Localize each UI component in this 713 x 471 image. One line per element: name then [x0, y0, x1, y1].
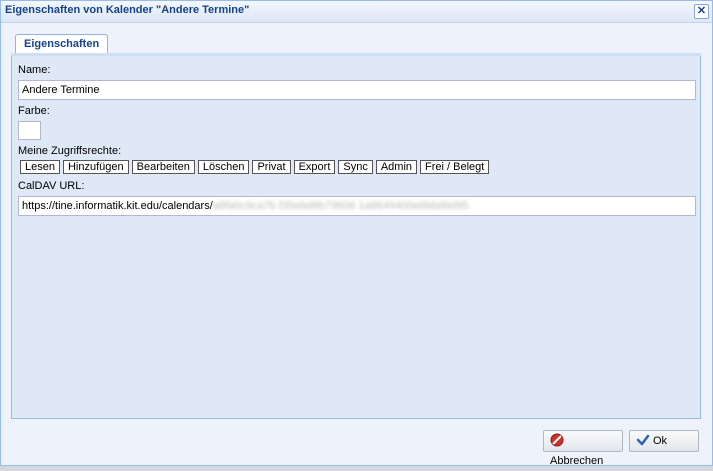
right-frei-belegt: Frei / Belegt [420, 160, 490, 174]
caldav-url-field[interactable]: https://tine.informatik.kit.edu/calendar… [18, 196, 696, 216]
ok-label: Ok [653, 435, 668, 447]
rights-label: Meine Zugriffsrechte: [18, 145, 122, 157]
dialog-footer: Abbrechen Ok [1, 421, 712, 467]
dialog-title: Eigenschaften von Kalender "Andere Termi… [5, 4, 250, 16]
right-sync: Sync [338, 160, 373, 174]
checkmark-icon [636, 433, 650, 447]
cancel-icon [550, 433, 564, 447]
close-icon[interactable]: ✕ [694, 4, 709, 19]
tab-panel: Eigenschaften Name: Andere Termine Farbe… [11, 29, 701, 419]
properties-form: Name: Andere Termine Farbe: Meine Zugrif… [11, 56, 701, 419]
caldav-label: CalDAV URL: [18, 180, 85, 192]
cancel-label: Abbrechen [550, 455, 604, 467]
right-privat: Privat [252, 160, 291, 174]
right-hinzufuegen: Hinzufügen [62, 160, 129, 174]
access-rights-list: Lesen Hinzufügen Bearbeiten Löschen Privat Ex… [20, 160, 492, 174]
right-lesen: Lesen [20, 160, 60, 174]
right-export: Export [293, 160, 336, 174]
dialog-body: Eigenschaften Name: Andere Termine Farbe… [1, 23, 712, 467]
name-label: Name: [18, 64, 51, 76]
tab-strip: Eigenschaften [11, 29, 701, 54]
right-bearbeiten: Bearbeiten [131, 160, 195, 174]
cancel-button[interactable]: Abbrechen [543, 430, 623, 467]
name-input[interactable]: Andere Termine [18, 80, 696, 100]
color-picker[interactable] [18, 121, 41, 140]
caldav-url-prefix: https://tine.informatik.kit.edu/calendar… [22, 200, 213, 212]
ok-button[interactable]: Ok [629, 430, 699, 452]
right-loeschen: Löschen [197, 160, 250, 174]
color-label: Farbe: [18, 105, 50, 117]
tab-eigenschaften[interactable]: Eigenschaften [15, 34, 109, 53]
properties-dialog: Eigenschaften von Kalender "Andere Termi… [0, 0, 713, 467]
caldav-url-token: a8fa0c9ca7b f35ebd8b79606 1a8649400e6bbd… [212, 200, 469, 212]
right-admin: Admin [375, 160, 418, 174]
title-bar[interactable]: Eigenschaften von Kalender "Andere Termi… [1, 1, 712, 23]
